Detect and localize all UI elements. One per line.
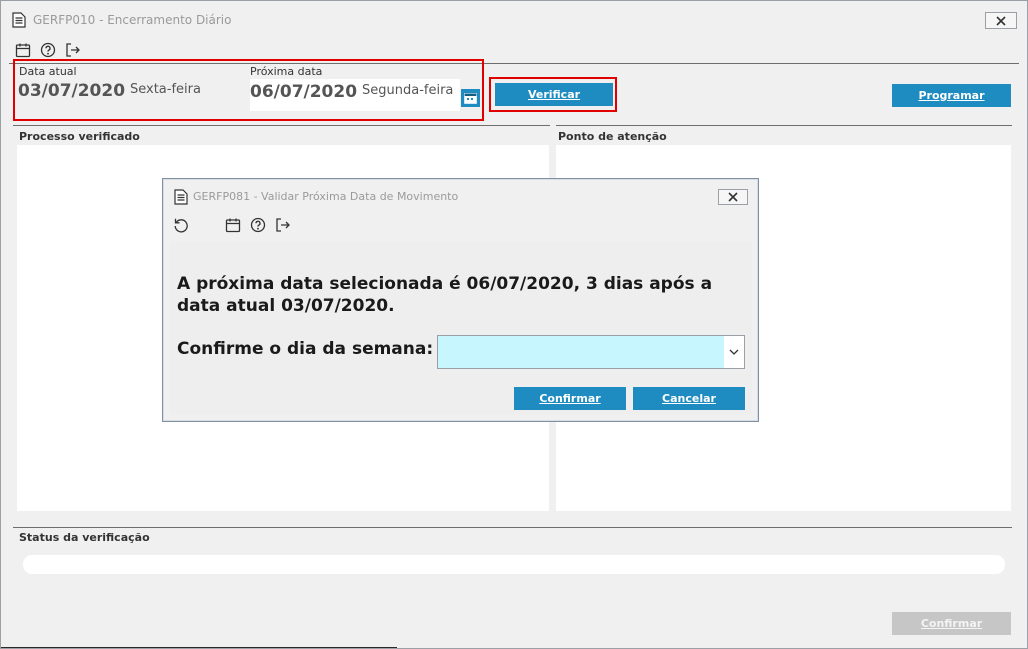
dialog-confirm-button[interactable]: Confirmar xyxy=(514,387,626,410)
weekday-confirm-label: Confirme o dia da semana: xyxy=(177,339,434,359)
exit-icon[interactable] xyxy=(65,42,81,58)
main-window: GERFP010 - Encerramento Diário Data atua… xyxy=(0,0,1028,649)
calendar-icon[interactable] xyxy=(15,42,31,58)
attention-section-label: Ponto de atenção xyxy=(558,130,667,143)
dialog-body: A próxima data selecionada é 06/07/2020,… xyxy=(170,241,752,415)
dialog-titlebar: GERFP081 - Validar Próxima Data de Movim… xyxy=(163,179,758,213)
status-progress-bar xyxy=(23,555,1005,574)
attention-divider xyxy=(556,125,1012,126)
validate-date-dialog: GERFP081 - Validar Próxima Data de Movim… xyxy=(162,178,759,422)
processed-section-label: Processo verificado xyxy=(19,130,140,143)
window-titlebar: GERFP010 - Encerramento Diário xyxy=(1,1,1027,37)
current-weekday: Sexta-feira xyxy=(130,82,201,97)
verify-button[interactable]: Verificar xyxy=(495,83,613,106)
program-button[interactable]: Programar xyxy=(892,84,1011,107)
dialog-title: GERFP081 - Validar Próxima Data de Movim… xyxy=(193,190,459,203)
verify-highlight: Verificar xyxy=(489,77,617,112)
status-divider xyxy=(13,527,1012,528)
current-date-value: 03/07/2020 xyxy=(18,81,126,101)
next-date-field[interactable]: 06/07/2020 Segunda-feira xyxy=(250,79,460,111)
dialog-close-button[interactable] xyxy=(718,189,748,205)
select-dropdown-button[interactable] xyxy=(724,336,744,368)
date-picker-button[interactable] xyxy=(461,89,480,107)
refresh-icon[interactable] xyxy=(173,217,189,233)
date-panel: Data atual 03/07/2020 Sexta-feira Próxim… xyxy=(13,59,484,121)
main-toolbar xyxy=(15,41,81,59)
calendar-icon[interactable] xyxy=(225,217,241,233)
help-icon[interactable] xyxy=(250,217,266,233)
document-icon xyxy=(12,12,26,28)
document-icon xyxy=(174,189,188,205)
close-x-icon xyxy=(996,15,1006,26)
close-x-icon xyxy=(728,192,738,202)
chevron-down-icon xyxy=(729,349,739,355)
help-icon[interactable] xyxy=(40,42,56,58)
dialog-message: A próxima data selecionada é 06/07/2020,… xyxy=(177,274,713,316)
status-section-label: Status da verificação xyxy=(19,531,150,544)
next-weekday: Segunda-feira xyxy=(362,83,454,98)
current-date-label: Data atual xyxy=(19,65,77,78)
dialog-cancel-button[interactable]: Cancelar xyxy=(633,387,745,410)
window-close-button[interactable] xyxy=(985,12,1017,29)
next-date-label: Próxima data xyxy=(250,65,323,78)
next-date-value: 06/07/2020 xyxy=(250,82,358,102)
exit-icon[interactable] xyxy=(275,217,291,233)
confirm-button[interactable]: Confirmar xyxy=(892,612,1011,635)
window-title: GERFP010 - Encerramento Diário xyxy=(33,13,232,27)
processed-divider xyxy=(13,125,550,126)
calendar-picker-icon xyxy=(464,93,477,104)
weekday-select[interactable] xyxy=(437,335,745,369)
